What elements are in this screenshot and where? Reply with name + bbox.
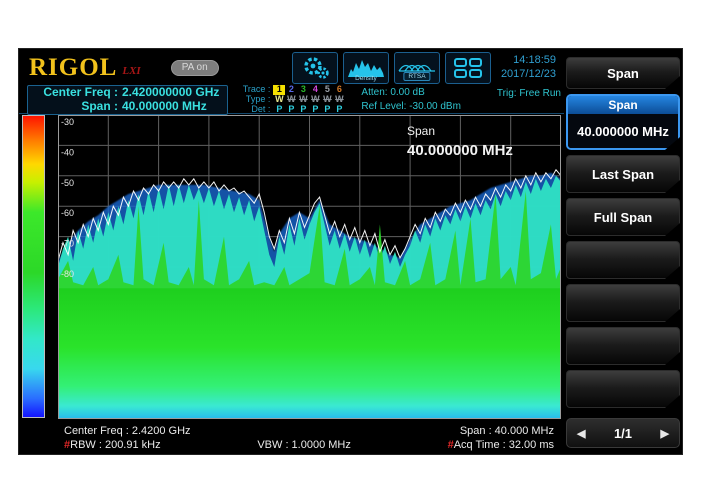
density-label: Density: [344, 75, 388, 82]
svg-text:-30: -30: [61, 117, 74, 127]
frequency-readout-box: Center Freq : 2.420000000 GHz Span : 40.…: [27, 85, 228, 115]
header-bottom-row: Center Freq : 2.420000000 GHz Span : 40.…: [19, 85, 564, 115]
toolbar: Density RTSA: [292, 52, 491, 84]
page-prev-button[interactable]: ◀: [577, 427, 585, 440]
grid-icon: [453, 56, 483, 80]
span-readout: Span : 40.000000 MHz: [32, 100, 219, 114]
clock: 14:18:59 2017/12/23: [501, 54, 556, 82]
pa-on-button[interactable]: PA on: [171, 60, 219, 76]
trigger-readout: Trig: Free Run: [497, 85, 561, 99]
svg-text:-60: -60: [61, 208, 74, 218]
status-bar: Center Freq : 2.4200 GHz Span : 40.000 M…: [19, 424, 564, 454]
status-vbw: VBW : 1.0000 MHz: [257, 438, 351, 452]
center-freq-readout: Center Freq : 2.420000000 GHz: [32, 86, 219, 100]
main-area: RIGOL LXI PA on: [19, 49, 564, 454]
gear-icon: [298, 55, 332, 81]
svg-text:-50: -50: [61, 178, 74, 188]
status-acq-time: #Acq Time : 32.00 ms: [448, 438, 554, 452]
last-span-button[interactable]: Last Span: [566, 155, 680, 193]
softkey-empty[interactable]: [566, 241, 680, 279]
header-top-row: RIGOL LXI PA on: [19, 49, 564, 85]
span-annotation: Span 40.000000 MHz: [407, 122, 513, 163]
status-row-1: Center Freq : 2.4200 GHz Span : 40.000 M…: [19, 424, 564, 438]
span-value-display: 40.000000 MHz: [568, 114, 678, 148]
clock-date: 2017/12/23: [501, 68, 556, 82]
svg-text:-70: -70: [61, 239, 74, 249]
analyzer-screen: RIGOL LXI PA on: [18, 48, 683, 455]
brand-logo: RIGOL: [29, 54, 117, 82]
page-indicator: 1/1: [614, 426, 632, 441]
rtsa-button[interactable]: RTSA: [394, 52, 440, 84]
status-row-2: #RBW : 200.91 kHz VBW : 1.0000 MHz #Acq …: [19, 438, 564, 452]
svg-text:-40: -40: [61, 147, 74, 157]
plot-region: -30 -40 -50 -60 -70 -80 Span 40.000000 MHz: [19, 114, 564, 426]
clock-time: 14:18:59: [501, 54, 556, 68]
status-span: Span : 40.000 MHz: [460, 424, 554, 438]
page-control: ◀ 1/1 ▶: [566, 418, 680, 448]
full-span-button[interactable]: Full Span: [566, 198, 680, 236]
menu-title-span[interactable]: Span: [566, 57, 680, 89]
ref-level-readout: Ref Level: -30.00 dBm: [361, 100, 461, 114]
softkey-empty-group: [566, 241, 680, 408]
page-next-button[interactable]: ▶: [661, 427, 669, 440]
layout-button[interactable]: [445, 52, 491, 84]
lxi-badge: LXI: [122, 65, 140, 77]
softkey-menu: Span Span 40.000000 MHz Last Span Full S…: [564, 49, 682, 454]
softkey-empty[interactable]: [566, 327, 680, 365]
header: RIGOL LXI PA on: [19, 49, 564, 114]
softkey-empty[interactable]: [566, 284, 680, 322]
status-center-freq: Center Freq : 2.4200 GHz: [64, 424, 191, 438]
atten-readout: Atten: 0.00 dB: [361, 86, 461, 100]
density-button[interactable]: Density: [343, 52, 389, 84]
span-value-button[interactable]: Span 40.000000 MHz: [566, 94, 680, 150]
trace-status-table: Trace :123456Type :WWWWWWDet :PPPPPP: [236, 85, 345, 115]
softkey-empty[interactable]: [566, 370, 680, 408]
rtsa-label: RTSA: [403, 72, 430, 81]
svg-text:-80: -80: [61, 269, 74, 279]
level-readouts: Atten: 0.00 dB Ref Level: -30.00 dBm: [361, 85, 461, 115]
settings-button[interactable]: [292, 52, 338, 84]
status-rbw: #RBW : 200.91 kHz: [64, 438, 161, 452]
amplitude-colorbar: [22, 115, 45, 418]
